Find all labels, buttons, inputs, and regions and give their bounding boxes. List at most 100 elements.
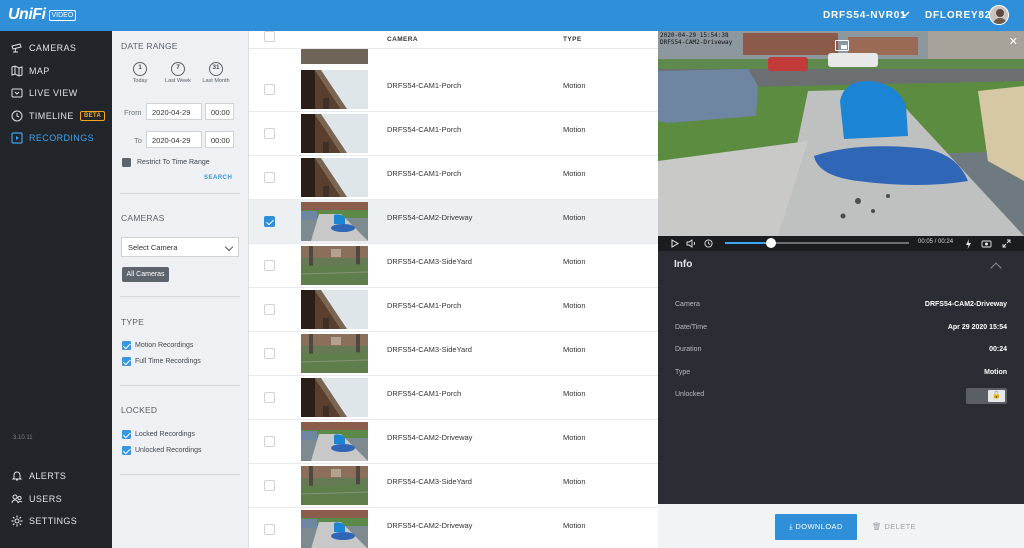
field-label: Date/Time — [675, 324, 708, 331]
row-checkbox[interactable] — [264, 392, 275, 403]
row-checkbox[interactable] — [264, 128, 275, 139]
picture-in-picture-icon[interactable] — [835, 40, 849, 51]
recording-type: Motion — [563, 389, 586, 398]
divider — [120, 296, 240, 297]
sidebar-item-cameras[interactable]: CAMERAS — [0, 38, 112, 58]
sidebar-item-label: SETTINGS — [29, 516, 78, 526]
row-checkbox[interactable] — [264, 436, 275, 447]
type-title: TYPE — [121, 317, 145, 327]
to-time-input[interactable]: 00:00 — [205, 131, 234, 148]
all-cameras-button[interactable]: All Cameras — [122, 267, 169, 282]
row-checkbox[interactable] — [264, 260, 275, 271]
info-title: Info — [674, 259, 693, 270]
recording-thumbnail[interactable] — [301, 334, 368, 373]
delete-label: DELETE — [884, 522, 916, 531]
row-checkbox[interactable] — [264, 172, 275, 183]
avatar[interactable] — [989, 5, 1009, 25]
restrict-time-checkbox[interactable] — [122, 158, 131, 167]
full-time-recordings-checkbox[interactable] — [122, 357, 131, 366]
field-label: Camera — [675, 301, 700, 308]
recording-thumbnail[interactable] — [301, 70, 368, 109]
camera-name: DRFS54-CAM3-SideYard — [387, 477, 472, 486]
divider — [120, 474, 240, 475]
motion-recordings-checkbox[interactable] — [122, 341, 131, 350]
lock-toggle[interactable]: 🔓 — [966, 388, 1007, 404]
sidebar-item-live-view[interactable]: LIVE VIEW — [0, 83, 112, 103]
from-date-input[interactable]: 2020-04-29 — [146, 103, 202, 120]
play-icon[interactable] — [671, 239, 679, 248]
camera-name: DRFS54-CAM1-Porch — [387, 169, 462, 178]
recording-thumbnail[interactable] — [301, 510, 368, 548]
recordings-list: CAMERA TYPE DRFS54-CAM1-Porch Motion DRFS5… — [249, 31, 658, 548]
sidebar-item-users[interactable]: USERS — [0, 489, 112, 509]
table-row[interactable]: DRFS54-CAM1-Porch Motion — [249, 68, 658, 112]
recording-thumbnail[interactable] — [301, 158, 368, 197]
camera-name: DRFS54-CAM3-SideYard — [387, 257, 472, 266]
calendar-icon: 31 — [209, 62, 223, 76]
sidebar-item-settings[interactable]: SETTINGS — [0, 511, 112, 531]
volume-icon[interactable] — [686, 239, 696, 248]
field-label: Unlocked — [675, 391, 705, 398]
chevron-down-icon[interactable] — [900, 9, 910, 19]
to-date-input[interactable]: 2020-04-29 — [146, 131, 202, 148]
camera-column-header[interactable]: CAMERA — [387, 36, 418, 43]
video-player[interactable]: 2020-04-29 15:54:38 DRFS54-CAM2-Driveway… — [658, 31, 1024, 236]
table-row[interactable]: DRFS54-CAM1-Porch Motion — [249, 112, 658, 156]
select-all-checkbox[interactable] — [264, 31, 275, 42]
table-row[interactable]: DRFS54-CAM2-Driveway Motion — [249, 508, 658, 548]
table-row[interactable]: DRFS54-CAM2-Driveway Motion — [249, 200, 658, 244]
top-bar: UniFi VIDEO DRFS54-NVR01 DFLOREY82 — [0, 0, 1024, 31]
live-view-icon — [11, 88, 23, 98]
lightning-icon[interactable] — [965, 239, 972, 249]
row-checkbox[interactable] — [264, 524, 275, 535]
scrubber-handle[interactable] — [766, 238, 776, 248]
table-row[interactable]: DRFS54-CAM3-SideYard Motion — [249, 332, 658, 376]
table-row[interactable]: DRFS54-CAM3-SideYard Motion — [249, 464, 658, 508]
recording-thumbnail[interactable] — [301, 378, 368, 417]
nvr-selector[interactable]: DRFS54-NVR01 — [823, 10, 907, 21]
recording-thumbnail[interactable] — [301, 422, 368, 461]
recording-thumbnail[interactable] — [301, 290, 368, 329]
sidebar-item-map[interactable]: MAP — [0, 61, 112, 81]
quick-last-week-button[interactable]: 7 Last Week — [164, 62, 192, 84]
sidebar-item-recordings[interactable]: RECORDINGS — [0, 128, 112, 148]
row-checkbox[interactable] — [264, 216, 275, 227]
unlocked-recordings-checkbox[interactable] — [122, 446, 131, 455]
from-time-input[interactable]: 00:00 — [205, 103, 234, 120]
recording-thumbnail[interactable] — [301, 466, 368, 505]
map-icon — [11, 65, 23, 77]
row-checkbox[interactable] — [264, 304, 275, 315]
recording-thumbnail[interactable] — [301, 114, 368, 153]
quick-last-month-button[interactable]: 31 Last Month — [202, 62, 230, 84]
unifi-video-logo[interactable]: UniFi VIDEO — [8, 6, 77, 24]
snapshot-icon[interactable] — [981, 239, 992, 248]
locked-recordings-checkbox[interactable] — [122, 430, 131, 439]
row-checkbox[interactable] — [264, 84, 275, 95]
sidebar-item-timeline[interactable]: TIMELINE BETA — [0, 106, 112, 126]
clock-icon[interactable] — [704, 239, 713, 248]
close-icon[interactable]: ✕ — [1009, 35, 1018, 48]
camera-select[interactable]: Select Camera — [121, 237, 239, 257]
type-column-header[interactable]: TYPE — [563, 36, 582, 43]
table-row[interactable]: DRFS54-CAM1-Porch Motion — [249, 376, 658, 420]
sidebar-item-alerts[interactable]: ALERTS — [0, 466, 112, 486]
delete-button[interactable]: 🗑 DELETE — [872, 514, 916, 540]
user-menu[interactable]: DFLOREY82 — [925, 10, 991, 21]
quick-today-button[interactable]: 1 Today — [126, 62, 154, 84]
table-row[interactable]: DRFS54-CAM2-Driveway Motion — [249, 420, 658, 464]
table-row[interactable]: DRFS54-CAM3-SideYard Motion — [249, 244, 658, 288]
search-link[interactable]: SEARCH — [204, 175, 232, 181]
calendar-icon: 7 — [171, 62, 185, 76]
info-header[interactable]: Info — [658, 257, 1024, 275]
player-controls: 00:05 / 00:24 — [658, 236, 1024, 251]
sidebar-item-label: USERS — [29, 494, 63, 504]
row-checkbox[interactable] — [264, 480, 275, 491]
table-row[interactable]: DRFS54-CAM1-Porch Motion — [249, 288, 658, 332]
table-row[interactable]: DRFS54-CAM1-Porch Motion — [249, 156, 658, 200]
fullscreen-icon[interactable] — [1002, 239, 1011, 248]
chevron-up-icon[interactable] — [990, 262, 1002, 274]
download-button[interactable]: ⤓ DOWNLOAD — [775, 514, 857, 540]
recording-thumbnail[interactable] — [301, 246, 368, 285]
row-checkbox[interactable] — [264, 348, 275, 359]
recording-thumbnail[interactable] — [301, 202, 368, 241]
